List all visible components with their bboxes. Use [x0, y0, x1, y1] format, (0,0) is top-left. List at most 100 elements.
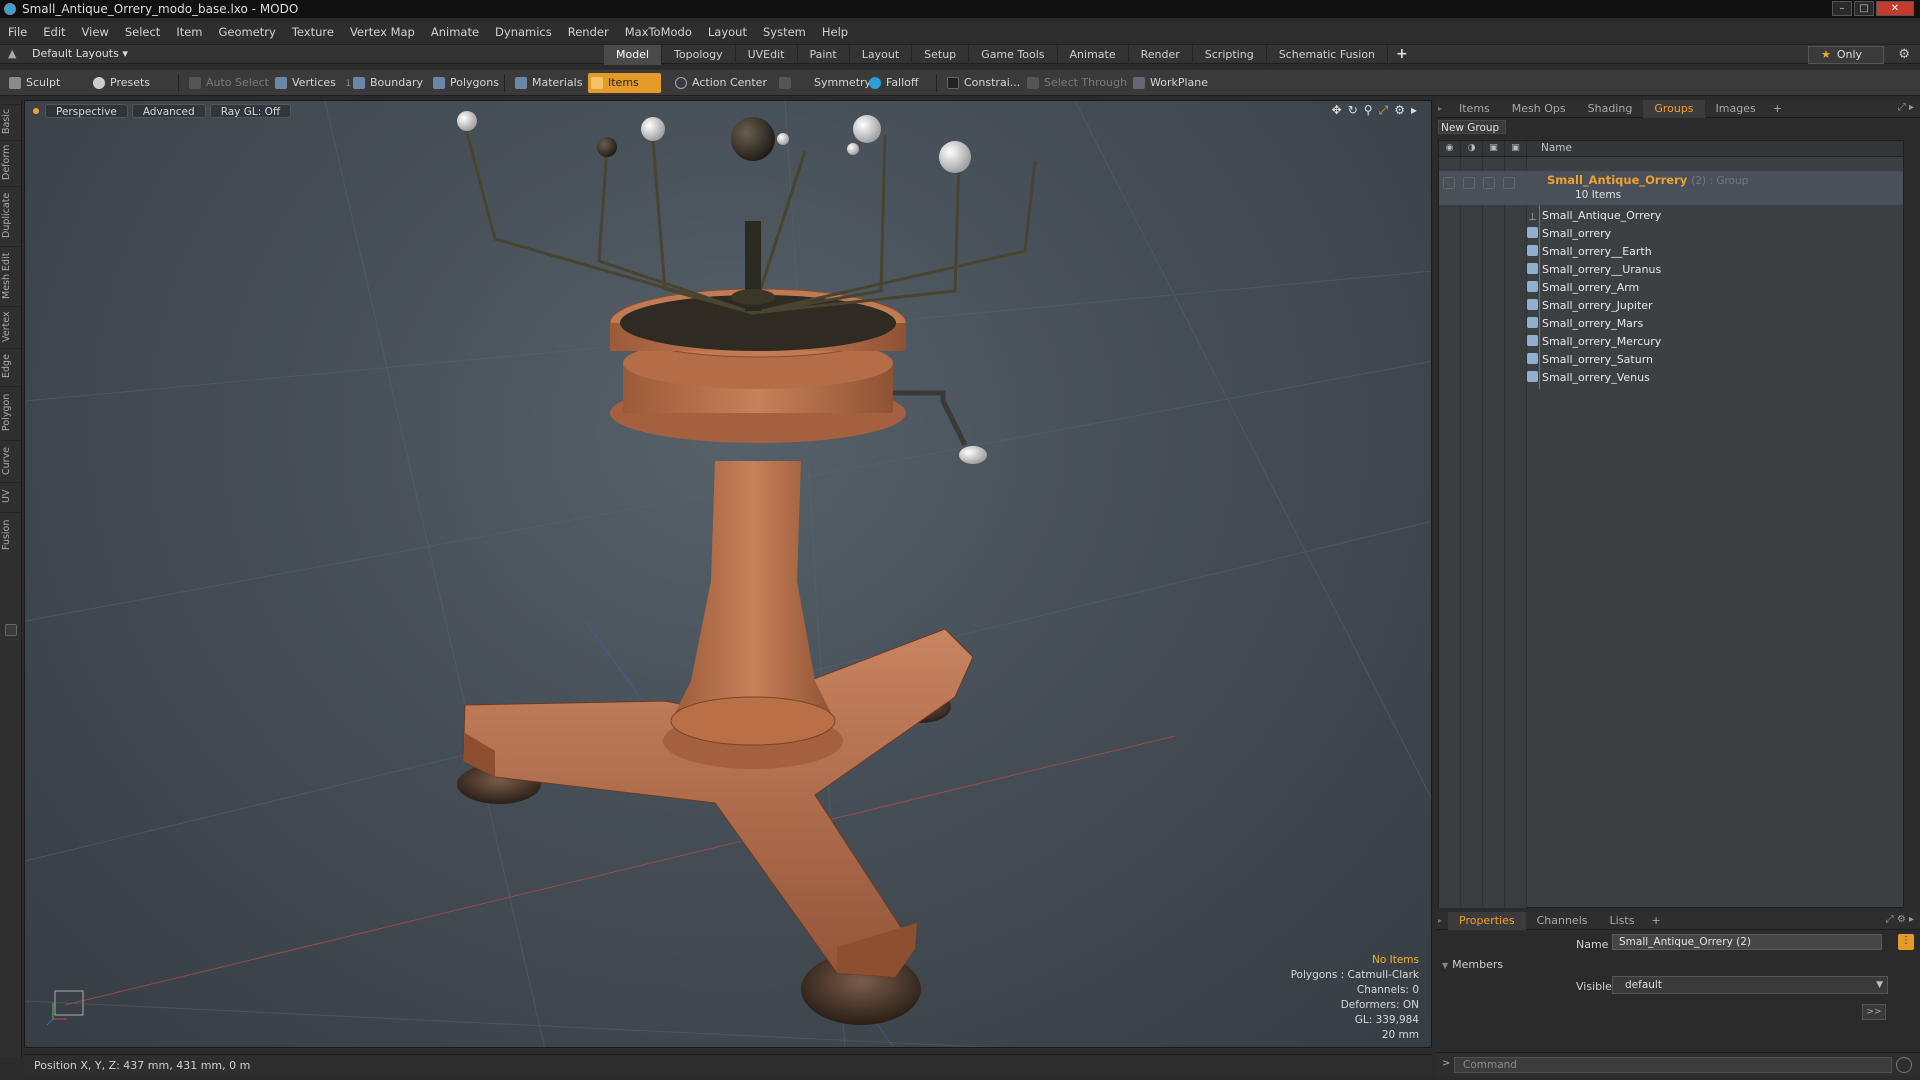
list-item[interactable]: Small_orrery_Venus — [1527, 369, 1650, 387]
tab-curve[interactable]: Curve — [1, 440, 21, 480]
symmetry-button[interactable]: Symmetry — [776, 73, 871, 93]
menu-item[interactable]: Item — [176, 25, 202, 39]
tab-properties[interactable]: Properties — [1448, 911, 1526, 930]
raygl-button[interactable]: Ray GL: Off — [209, 104, 292, 118]
menu-edit[interactable]: Edit — [43, 25, 65, 39]
falloff-button[interactable]: Falloff — [866, 73, 918, 93]
view-mode-button[interactable]: Advanced — [131, 104, 206, 118]
group-title[interactable]: Small_Antique_Orrery (2) : Group — [1547, 173, 1748, 187]
lock-column-icon[interactable]: ▣ — [1483, 141, 1505, 156]
tab-game-tools[interactable]: Game Tools — [969, 45, 1058, 65]
viewport-menu-dot[interactable] — [33, 108, 39, 114]
gear-icon[interactable]: ⚙ — [1898, 47, 1910, 62]
only-toggle[interactable]: ★ Only — [1808, 46, 1884, 64]
name-column-header[interactable]: Name — [1527, 141, 1572, 156]
viewport-expand-icon[interactable]: ▸ — [1411, 103, 1417, 118]
visibility-column-icon[interactable]: ◉ — [1439, 141, 1461, 156]
view-perspective-button[interactable]: Perspective — [45, 104, 128, 118]
zoom-icon[interactable]: ⚲ — [1364, 103, 1373, 118]
menu-vertex-map[interactable]: Vertex Map — [350, 25, 415, 39]
tab-vertex[interactable]: Vertex — [1, 306, 21, 346]
workplane-button[interactable]: WorkPlane — [1130, 73, 1208, 93]
tab-mesh-ops[interactable]: Mesh Ops — [1501, 100, 1577, 118]
items-button[interactable]: Items — [588, 73, 661, 93]
visible-dropdown[interactable]: default ▼ — [1612, 976, 1888, 994]
tab-items[interactable]: Items — [1448, 100, 1501, 118]
presets-button[interactable]: Presets — [90, 73, 150, 93]
toolbox-toggle-button[interactable] — [5, 624, 17, 636]
tab-render[interactable]: Render — [1129, 45, 1193, 65]
menu-select[interactable]: Select — [125, 25, 160, 39]
tab-animate[interactable]: Animate — [1058, 45, 1129, 65]
add-panel-tab-button[interactable]: + — [1767, 102, 1788, 115]
tab-basic[interactable]: Basic — [1, 104, 21, 138]
panel-grip-icon[interactable]: ▸ — [1438, 104, 1448, 113]
render-column-icon[interactable]: ◑ — [1461, 141, 1483, 156]
select-toggle[interactable] — [1503, 177, 1515, 189]
list-item[interactable]: ⊥ Small_Antique_Orrery — [1527, 207, 1661, 225]
select-column-icon[interactable]: ▣ — [1505, 141, 1527, 156]
render-toggle[interactable] — [1463, 177, 1475, 189]
tab-mesh-edit[interactable]: Mesh Edit — [1, 246, 21, 304]
rotate-icon[interactable]: ↻ — [1348, 103, 1358, 118]
add-properties-tab-button[interactable]: + — [1645, 914, 1666, 927]
action-center-button[interactable]: Action Center — [672, 73, 767, 93]
menu-texture[interactable]: Texture — [292, 25, 334, 39]
menu-dynamics[interactable]: Dynamics — [495, 25, 552, 39]
list-item[interactable]: Small_orrery — [1527, 225, 1611, 243]
list-item[interactable]: Small_orrery_Mercury — [1527, 333, 1661, 351]
menu-layout[interactable]: Layout — [708, 25, 747, 39]
panel-expand-icon[interactable]: ⤢ ▸ — [1898, 102, 1914, 113]
3d-viewport[interactable]: Perspective Advanced Ray GL: Off ✥ ↻ ⚲ ⤢… — [24, 100, 1432, 1048]
auto-select-button[interactable]: Auto Select — [186, 73, 269, 93]
tab-uvedit[interactable]: UVEdit — [736, 45, 798, 65]
tab-layout[interactable]: Layout — [850, 45, 913, 65]
polygons-button[interactable]: Polygons — [430, 73, 499, 93]
list-item[interactable]: Small_orrery__Earth — [1527, 243, 1652, 261]
members-section[interactable]: ▼ Members — [1442, 958, 1503, 971]
pan-icon[interactable]: ✥ — [1332, 103, 1342, 118]
materials-button[interactable]: Materials — [512, 73, 582, 93]
properties-grip-icon[interactable]: ▸ — [1438, 916, 1448, 925]
tab-setup[interactable]: Setup — [912, 45, 970, 65]
command-input[interactable]: Command — [1454, 1057, 1892, 1073]
groups-list[interactable]: ◉ ◑ ▣ ▣ Name Small_Antique_Orrery (2) : … — [1438, 140, 1904, 908]
tab-polygon[interactable]: Polygon — [1, 386, 21, 438]
tab-topology[interactable]: Topology — [662, 45, 736, 65]
tab-lists[interactable]: Lists — [1599, 912, 1646, 930]
select-through-button[interactable]: Select Through — [1024, 73, 1127, 93]
properties-expand-icon[interactable]: ⤢ ⚙ ▸ — [1886, 914, 1914, 925]
list-item[interactable]: Small_orrery_Saturn — [1527, 351, 1653, 369]
visible-toggle[interactable] — [1443, 177, 1455, 189]
list-item[interactable]: Small_orrery__Uranus — [1527, 261, 1661, 279]
name-field[interactable]: Small_Antique_Orrery (2) — [1612, 934, 1882, 950]
properties-options-button[interactable]: ⋮ — [1898, 934, 1914, 950]
tab-uv[interactable]: UV — [1, 482, 21, 510]
constraints-button[interactable]: Constrai... — [944, 73, 1020, 93]
layout-selector[interactable]: ▲ Default Layouts ▾ — [8, 47, 128, 60]
minimize-button[interactable]: – — [1832, 1, 1852, 16]
viewport-settings-icon[interactable]: ⚙ — [1394, 103, 1405, 118]
collapse-icon[interactable]: ▲ — [8, 47, 18, 60]
sculpt-button[interactable]: Sculpt — [6, 73, 60, 93]
menu-render[interactable]: Render — [568, 25, 609, 39]
list-item[interactable]: Small_orrery_Arm — [1527, 279, 1639, 297]
tab-channels[interactable]: Channels — [1526, 912, 1599, 930]
tab-deform[interactable]: Deform — [1, 140, 21, 184]
tab-model[interactable]: Model — [604, 45, 663, 65]
tab-shading[interactable]: Shading — [1577, 100, 1644, 118]
tab-scripting[interactable]: Scripting — [1193, 45, 1267, 65]
menu-view[interactable]: View — [82, 25, 109, 39]
menu-file[interactable]: File — [8, 25, 27, 39]
tab-edge[interactable]: Edge — [1, 348, 21, 384]
list-item[interactable]: Small_orrery_Mars — [1527, 315, 1643, 333]
record-macro-icon[interactable] — [1896, 1057, 1912, 1073]
more-button[interactable]: >> — [1862, 1004, 1886, 1020]
boundary-button[interactable]: Boundary — [350, 73, 423, 93]
new-group-button[interactable]: New Group — [1438, 120, 1507, 134]
menu-help[interactable]: Help — [822, 25, 848, 39]
lock-toggle[interactable] — [1483, 177, 1495, 189]
tab-fusion[interactable]: Fusion — [1, 512, 21, 556]
list-item[interactable]: Small_orrery_Jupiter — [1527, 297, 1653, 315]
tab-images[interactable]: Images — [1705, 100, 1767, 118]
